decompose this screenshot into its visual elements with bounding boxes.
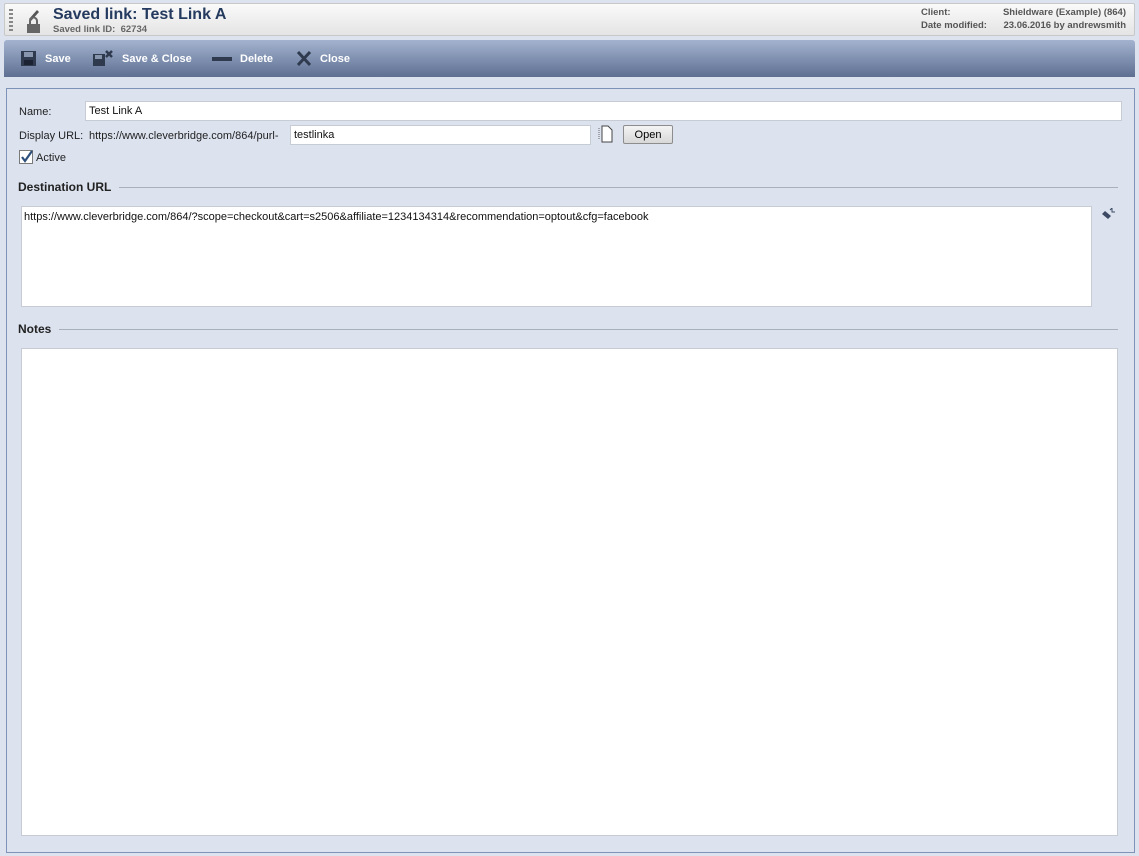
modified-value: 23.06.2016 by andrewsmith [1003, 20, 1126, 31]
save-close-button[interactable]: Save & Close [92, 40, 192, 77]
modified-label: Date modified: [921, 20, 987, 31]
saved-link-id: Saved link ID: 62734 [53, 24, 147, 35]
close-button[interactable]: Close [296, 40, 350, 77]
destination-url-textarea[interactable]: https://www.cleverbridge.com/864/?scope=… [21, 206, 1092, 307]
toolbar: Save Save & Close Delete Close [4, 40, 1135, 77]
notes-heading-text: Notes [18, 322, 52, 336]
edit-lock-icon [27, 10, 40, 33]
checkbox-checked-icon [19, 150, 33, 164]
destination-url-heading: Destination URL [18, 180, 1118, 194]
divider [119, 186, 1118, 188]
display-url-prefix: https://www.cleverbridge.com/864/purl- [89, 130, 279, 142]
delete-label: Delete [240, 52, 274, 65]
meta-info: Client: Shieldware (Example) (864) Date m… [921, 6, 1126, 32]
client-value: Shieldware (Example) (864) [1002, 7, 1126, 18]
active-checkbox[interactable]: Active [19, 150, 66, 165]
save-close-icon [93, 50, 113, 66]
notes-heading: Notes [18, 322, 1118, 336]
save-label: Save [45, 52, 71, 65]
name-input[interactable] [85, 101, 1122, 121]
active-label: Active [36, 151, 66, 164]
copy-icon[interactable] [598, 125, 614, 143]
header: Saved link: Test Link A Saved link ID: 6… [4, 3, 1135, 36]
page-title: Saved link: Test Link A [53, 6, 227, 23]
display-url-input[interactable] [290, 125, 591, 145]
minus-icon [212, 57, 232, 61]
destination-heading-text: Destination URL [18, 180, 112, 194]
name-label: Name: [19, 106, 52, 118]
open-button[interactable]: Open [623, 125, 673, 144]
drag-handle[interactable] [9, 9, 13, 33]
form-panel: Name: Display URL: https://www.cleverbri… [6, 88, 1135, 853]
display-url-label: Display URL: [19, 130, 84, 142]
save-button[interactable]: Save [20, 40, 71, 77]
id-value: 62734 [120, 24, 148, 35]
notes-textarea[interactable] [21, 348, 1118, 836]
save-close-label: Save & Close [122, 52, 192, 65]
delete-button[interactable]: Delete [212, 40, 273, 77]
id-label: Saved link ID: [53, 24, 116, 35]
close-label: Close [320, 52, 350, 65]
divider [59, 328, 1118, 330]
client-label: Client: [921, 7, 951, 18]
close-icon [296, 50, 312, 67]
floppy-icon [21, 51, 36, 66]
magic-wand-icon[interactable] [1100, 208, 1116, 222]
